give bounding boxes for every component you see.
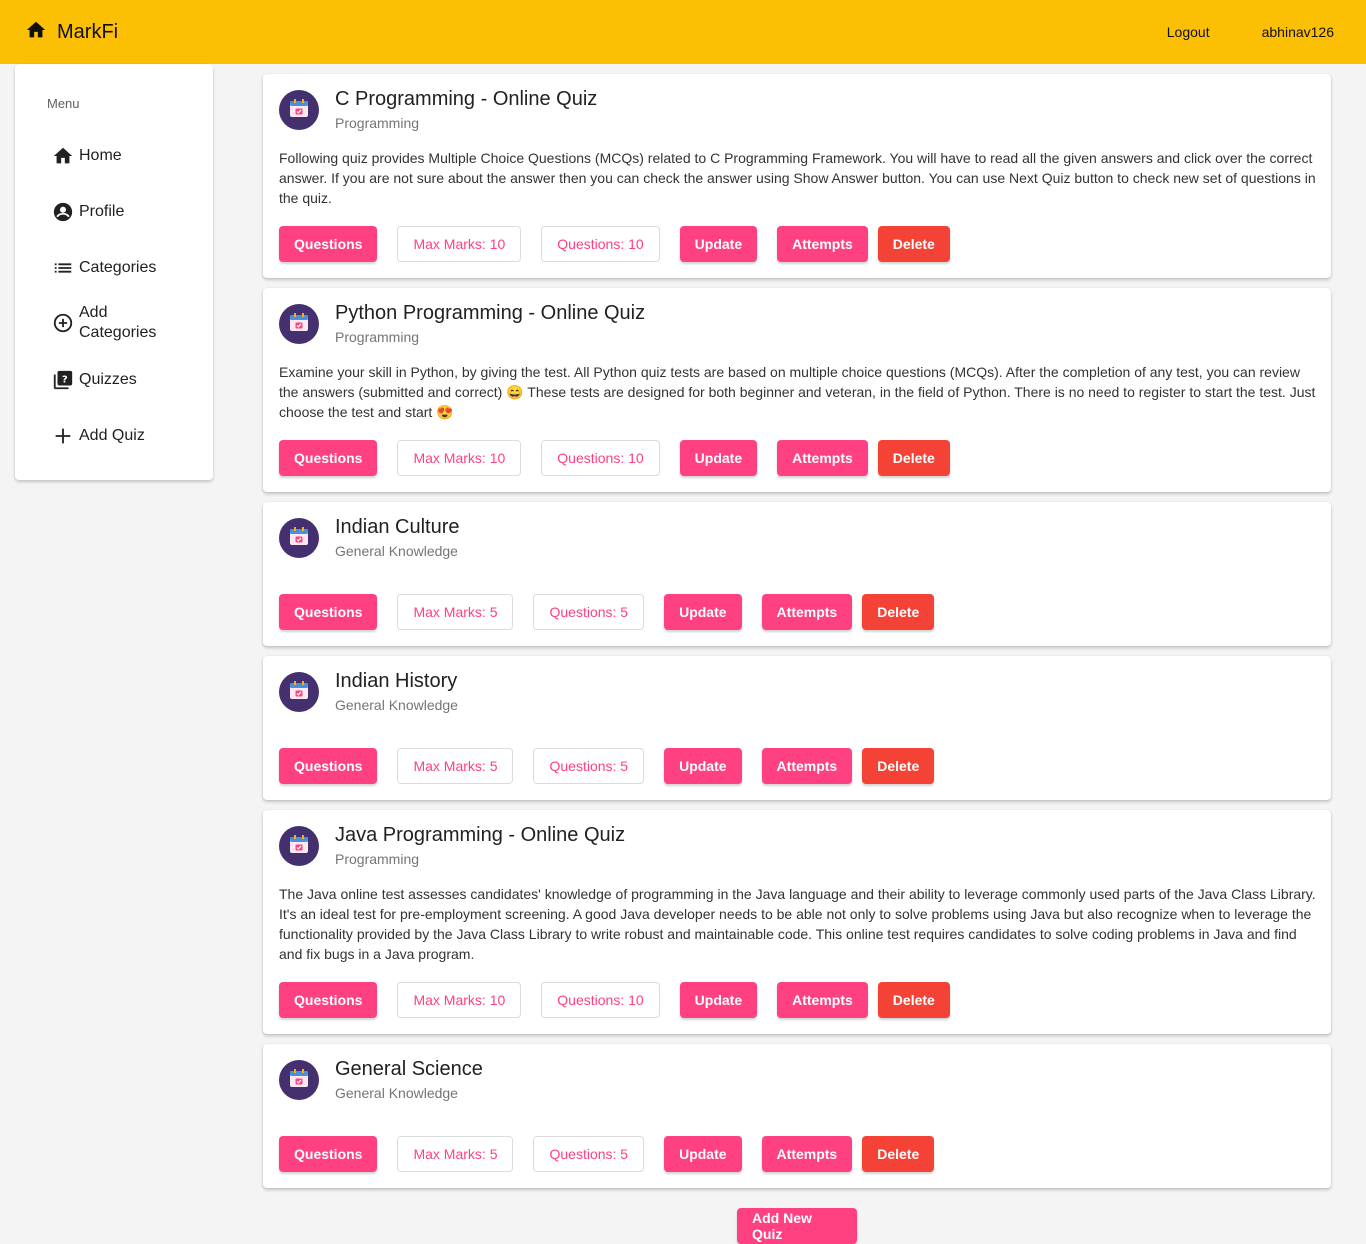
top-toolbar: MarkFi Logout abhinav126 (0, 0, 1366, 64)
update-button[interactable]: Update (664, 748, 742, 784)
max-marks-button[interactable]: Max Marks: 10 (397, 440, 522, 476)
quiz-avatar (279, 826, 319, 866)
sidebar-item-add-categories[interactable]: Add Categories (51, 303, 159, 343)
quiz-card: Python Programming - Online Quiz Program… (263, 288, 1331, 492)
sidebar-item-label: Add Quiz (79, 427, 145, 444)
menu-title: Menu (47, 96, 80, 111)
delete-button[interactable]: Delete (877, 226, 950, 262)
quiz-description: Examine your skill in Python, by giving … (279, 364, 1316, 420)
home-icon (25, 19, 47, 46)
sidebar-item-home[interactable]: Home (51, 144, 122, 168)
add-circle-icon (51, 311, 75, 335)
questions-button[interactable]: Questions (279, 982, 378, 1018)
username-link[interactable]: abhinav126 (1262, 24, 1334, 40)
sidebar-item-label: Categories (79, 259, 157, 276)
max-marks-button[interactable]: Max Marks: 5 (397, 594, 514, 630)
update-button[interactable]: Update (679, 226, 758, 262)
attempts-button[interactable]: Attempts (777, 440, 868, 476)
quiz-category: General Knowledge (335, 697, 458, 713)
sidebar-item-label: Add Categories (79, 304, 157, 341)
quiz-avatar (279, 672, 319, 712)
questions-count-button[interactable]: Questions: 5 (533, 594, 645, 630)
questions-count-button[interactable]: Questions: 5 (533, 1136, 645, 1172)
quiz-card: Indian Culture General Knowledge Questio… (263, 502, 1331, 646)
sidebar-item-categories[interactable]: Categories (51, 256, 156, 280)
calendar-check-icon (287, 310, 311, 339)
sidebar-item-label: Quizzes (79, 371, 137, 388)
calendar-check-icon (287, 1066, 311, 1095)
delete-button[interactable]: Delete (862, 594, 935, 630)
update-button[interactable]: Update (679, 982, 758, 1018)
attempts-button[interactable]: Attempts (777, 982, 868, 1018)
account-circle-icon (51, 200, 75, 224)
sidebar-item-quizzes[interactable]: ? Quizzes (51, 368, 137, 392)
quiz-category: General Knowledge (335, 543, 458, 559)
quiz-avatar (279, 518, 319, 558)
list-icon (51, 256, 75, 280)
sidebar-item-add-quiz[interactable]: Add Quiz (51, 424, 145, 448)
questions-count-button[interactable]: Questions: 10 (541, 982, 660, 1018)
quiz-avatar (279, 90, 319, 130)
quiz-description: Following quiz provides Multiple Choice … (279, 150, 1316, 206)
sidebar-item-label: Profile (79, 203, 125, 220)
questions-button[interactable]: Questions (279, 440, 378, 476)
svg-text:?: ? (62, 374, 68, 385)
questions-button[interactable]: Questions (279, 226, 378, 262)
max-marks-button[interactable]: Max Marks: 5 (397, 748, 514, 784)
questions-button[interactable]: Questions (279, 748, 378, 784)
sidebar-menu: Menu Home Profile Categories Add Categor… (15, 64, 213, 480)
quiz-category: Programming (335, 851, 420, 867)
delete-button[interactable]: Delete (862, 1136, 935, 1172)
add-new-quiz-button[interactable]: Add New Quiz (737, 1208, 857, 1244)
plus-icon (51, 424, 75, 448)
questions-count-button[interactable]: Questions: 10 (541, 226, 660, 262)
brand-name: MarkFi (57, 20, 119, 43)
quiz-card: General Science General Knowledge Questi… (263, 1044, 1331, 1188)
calendar-check-icon (287, 96, 311, 125)
update-button[interactable]: Update (664, 594, 742, 630)
delete-button[interactable]: Delete (877, 982, 950, 1018)
home-icon (51, 144, 75, 168)
calendar-check-icon (287, 524, 311, 553)
quiz-card: Java Programming - Online Quiz Programmi… (263, 810, 1331, 1034)
update-button[interactable]: Update (664, 1136, 742, 1172)
quiz-title: C Programming - Online Quiz (335, 88, 598, 110)
questions-button[interactable]: Questions (279, 594, 378, 630)
quiz-title: Python Programming - Online Quiz (335, 302, 646, 324)
quiz-card: C Programming - Online Quiz Programming … (263, 74, 1331, 278)
delete-button[interactable]: Delete (862, 748, 935, 784)
attempts-button[interactable]: Attempts (761, 1136, 853, 1172)
max-marks-button[interactable]: Max Marks: 10 (397, 982, 522, 1018)
update-button[interactable]: Update (679, 440, 758, 476)
quiz-icon: ? (51, 368, 75, 392)
questions-count-button[interactable]: Questions: 10 (541, 440, 660, 476)
quiz-title: Indian History (335, 670, 458, 692)
logout-button[interactable]: Logout (1167, 24, 1210, 40)
quiz-title: Java Programming - Online Quiz (335, 824, 626, 846)
quiz-avatar (279, 1060, 319, 1100)
quiz-avatar (279, 304, 319, 344)
calendar-check-icon (287, 832, 311, 861)
sidebar-item-profile[interactable]: Profile (51, 200, 124, 224)
questions-button[interactable]: Questions (279, 1136, 378, 1172)
calendar-check-icon (287, 678, 311, 707)
quiz-category: General Knowledge (335, 1085, 458, 1101)
quiz-description: The Java online test assesses candidates… (279, 886, 1316, 962)
attempts-button[interactable]: Attempts (777, 226, 868, 262)
delete-button[interactable]: Delete (877, 440, 950, 476)
attempts-button[interactable]: Attempts (761, 748, 853, 784)
quiz-category: Programming (335, 115, 420, 131)
quiz-card: Indian History General Knowledge Questio… (263, 656, 1331, 800)
max-marks-button[interactable]: Max Marks: 10 (397, 226, 522, 262)
attempts-button[interactable]: Attempts (761, 594, 853, 630)
brand-link[interactable]: MarkFi (25, 19, 118, 46)
sidebar-item-label: Home (79, 147, 122, 164)
quiz-category: Programming (335, 329, 420, 345)
max-marks-button[interactable]: Max Marks: 5 (397, 1136, 514, 1172)
quiz-title: General Science (335, 1058, 483, 1080)
questions-count-button[interactable]: Questions: 5 (533, 748, 645, 784)
quiz-title: Indian Culture (335, 516, 460, 538)
